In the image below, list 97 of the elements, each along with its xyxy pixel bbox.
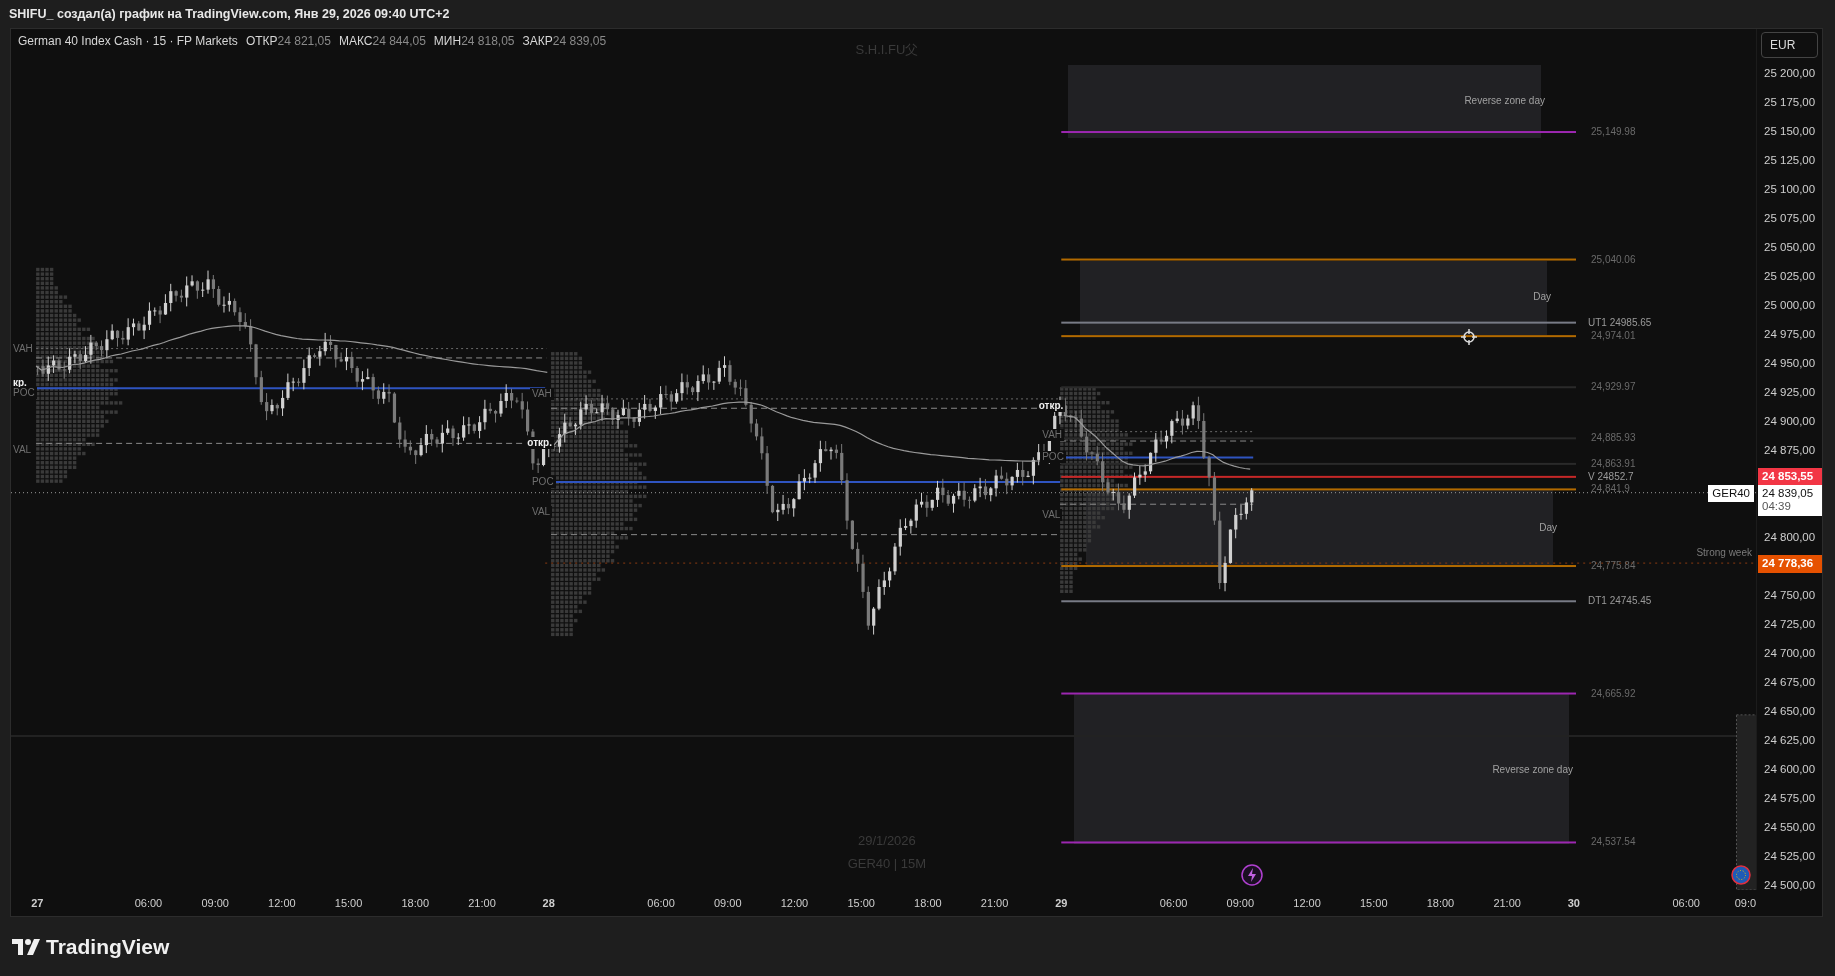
time-label: 09:00 <box>201 897 229 909</box>
profile-label: VAH <box>1040 429 1065 442</box>
time-label: 09:00 <box>713 897 742 909</box>
time-label: 12:00 <box>268 897 296 909</box>
time-label: 06:00 <box>647 897 675 909</box>
price-tick: 24 550,00 <box>1764 822 1816 834</box>
level-label: 24,885.93 <box>1591 433 1636 444</box>
time-label: 21:00 <box>468 897 496 909</box>
time-label: 21:00 <box>980 897 1009 909</box>
price-tick: 24 900,00 <box>1764 416 1816 428</box>
price-tick: 24 600,00 <box>1764 764 1816 776</box>
bar-countdown: 04:39 <box>1762 500 1792 515</box>
zone-label: Day <box>1533 292 1551 302</box>
level-label: 24,537.54 <box>1591 837 1636 848</box>
price-tick: 25 025,00 <box>1764 271 1816 283</box>
zone-label: Day <box>1539 523 1557 533</box>
price-tick: 24 975,00 <box>1764 329 1816 341</box>
profile-label: POC <box>1040 451 1066 464</box>
time-label: 18:00 <box>1426 897 1455 909</box>
profile-label: VAL <box>1040 508 1063 521</box>
profile-label: VAH <box>11 342 35 355</box>
price-tick: 25 000,00 <box>1764 300 1816 312</box>
lightning-icon[interactable] <box>1241 864 1263 887</box>
level-label: UT1 24985.65 <box>1588 317 1652 328</box>
price-tick: 24 950,00 <box>1764 358 1816 370</box>
ohlc-value: МИН24 818,05 <box>433 34 515 48</box>
profile-label: VAL <box>529 506 553 519</box>
price-tick: 25 200,00 <box>1764 68 1816 80</box>
time-label: 15:00 <box>334 897 363 909</box>
profile-label: VAH <box>529 388 554 401</box>
price-badge: 24 853,55 <box>1758 467 1822 486</box>
price-tick: 24 700,00 <box>1764 648 1816 660</box>
level-label: 24,863.91 <box>1591 458 1636 469</box>
time-label: 12:00 <box>780 897 809 909</box>
time-label: 06:00 <box>1159 897 1188 909</box>
level-label: 24,929.97 <box>1591 382 1636 393</box>
tradingview-logo: TradingView <box>46 934 170 959</box>
profile-label: откр. <box>525 437 554 450</box>
price-tick: 25 175,00 <box>1764 97 1816 109</box>
price-tick: 24 750,00 <box>1764 590 1816 602</box>
price-tick: 24 925,00 <box>1764 387 1816 399</box>
price-tick: 24 575,00 <box>1764 793 1816 805</box>
price-tick: 24 525,00 <box>1764 851 1816 863</box>
price-tick: 25 100,00 <box>1764 184 1816 196</box>
time-label: 18:00 <box>914 897 942 909</box>
time-label: 29 <box>1055 897 1068 909</box>
time-label: 12:00 <box>1293 897 1321 909</box>
symbol-tag: GER40 <box>1708 484 1754 503</box>
level-label: 25,149.98 <box>1591 127 1636 137</box>
strong-week-label: Strong week <box>1696 548 1752 559</box>
profile-label: откр. <box>1036 399 1066 412</box>
price-tick: 24 500,00 <box>1764 880 1816 892</box>
price-tick: 24 625,00 <box>1764 735 1816 747</box>
crosshair-icon <box>1460 328 1477 345</box>
zone-label: Reverse zone day <box>1464 96 1545 106</box>
ohlc-value: ЗАКР24 839,05 <box>522 34 607 48</box>
price-tick: 24 725,00 <box>1764 619 1816 631</box>
level-label: 24,665.92 <box>1591 688 1636 699</box>
level-label: 24,841.9 <box>1591 484 1630 495</box>
time-label: 21:00 <box>1493 897 1521 909</box>
flag-icon[interactable] <box>1731 865 1752 886</box>
time-label: 18:00 <box>401 897 430 909</box>
level-label: 25,040.06 <box>1591 254 1636 265</box>
price-tick: 25 050,00 <box>1764 242 1816 254</box>
time-label: 27 <box>31 897 44 909</box>
time-label: 09:00 <box>1226 897 1255 909</box>
price-badge: 24 778,36 <box>1758 555 1822 573</box>
level-label: 24,974.01 <box>1591 331 1636 342</box>
time-label: 28 <box>542 897 555 909</box>
price-tick: 24 650,00 <box>1764 706 1816 718</box>
last-price: 24 839,05 <box>1762 486 1815 501</box>
time-label: 15:00 <box>847 897 875 909</box>
level-label: DT1 24745.45 <box>1588 596 1652 607</box>
price-tick: 25 075,00 <box>1764 213 1816 225</box>
profile-label: POC <box>11 387 37 400</box>
time-label: 30 <box>1567 897 1580 909</box>
price-tick: 25 150,00 <box>1764 126 1816 138</box>
price-tick: 24 875,00 <box>1764 445 1816 457</box>
currency-button[interactable]: EUR <box>1761 32 1818 58</box>
ohlc-value: МАКС24 844,05 <box>338 34 426 48</box>
time-label: 06:00 <box>134 897 163 909</box>
symbol-title: German 40 Index Cash · 15 · FP Markets <box>18 34 238 48</box>
ohlc-value: ОТКР24 821,05 <box>245 34 331 48</box>
time-label: 09:0 <box>1734 897 1757 909</box>
price-axis[interactable] <box>1756 29 1822 890</box>
price-tick: 25 125,00 <box>1764 155 1816 167</box>
profile-label: POC <box>529 476 556 488</box>
level-label: 24,775.84 <box>1591 561 1636 571</box>
zone-label: Reverse zone day <box>1492 765 1573 775</box>
time-label: 15:00 <box>1359 897 1388 909</box>
snapshot-title: SHIFU_ создал(а) график на TradingView.com, Янв 29, 2026 09:40 UTC+2 <box>8 6 451 23</box>
time-label: 06:00 <box>1672 897 1700 909</box>
price-tick: 24 800,00 <box>1764 532 1816 544</box>
price-tick: 24 675,00 <box>1764 677 1816 689</box>
level-label: V 24852.7 <box>1588 471 1634 482</box>
time-axis[interactable]: 27 06:00 09:00 12:00 15:00 18:00 21:00 28 06:00 09:00 12:00 15:00 18:00 21:00 29 06:00 09:00 12:00 15:00 18:00 21:00 30 06:00 09:0 <box>11 890 1822 916</box>
tradingview-logo-icon <box>12 938 40 955</box>
